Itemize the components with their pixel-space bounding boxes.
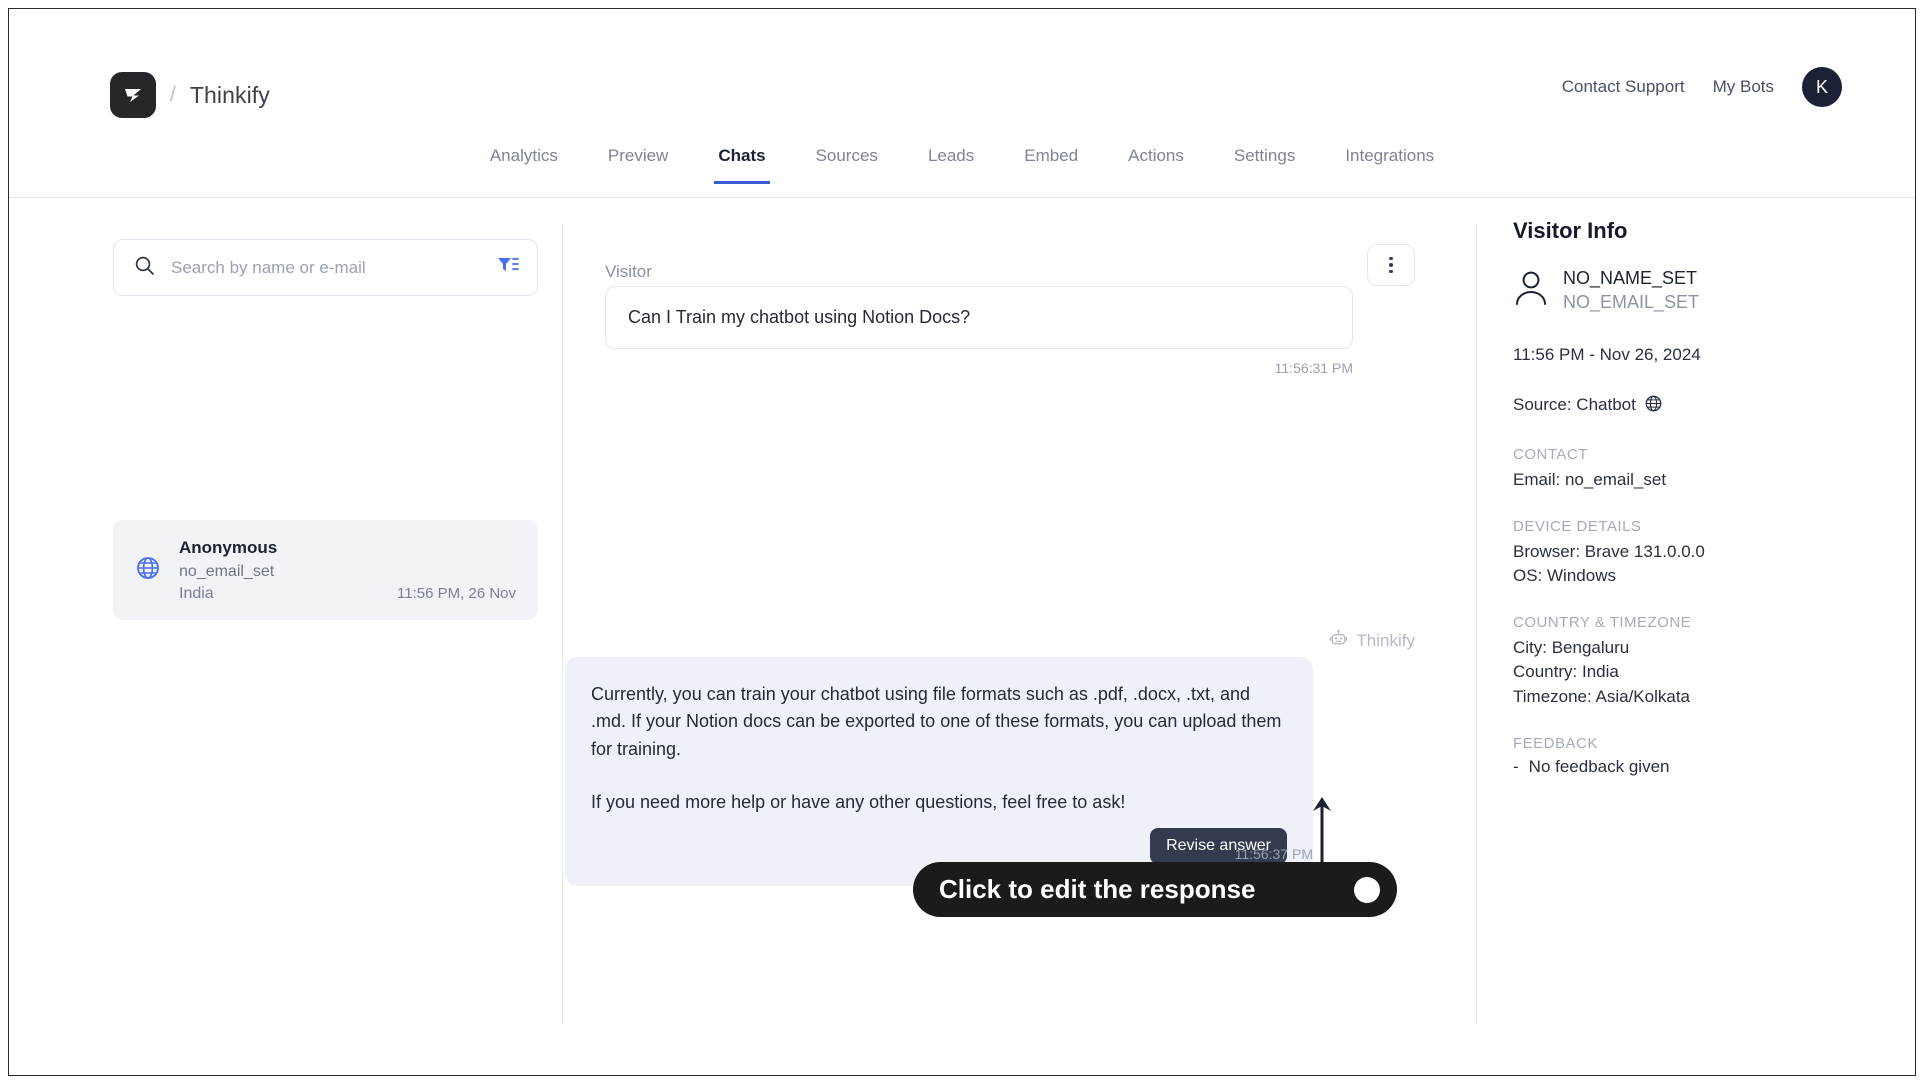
brand[interactable]: / Thinkify xyxy=(110,72,270,118)
location-timezone: Timezone: Asia/Kolkata xyxy=(1513,687,1691,707)
filter-icon[interactable] xyxy=(497,255,519,280)
robot-icon xyxy=(1329,629,1348,653)
kebab-menu-icon[interactable] xyxy=(1367,244,1415,286)
visitor-identity: NO_NAME_SET NO_EMAIL_SET xyxy=(1513,266,1885,315)
bot-name: Thinkify xyxy=(1356,631,1415,650)
visitor-info-pane: Visitor Info NO_NAME_SET NO_EMAIL_SET 11… xyxy=(1477,198,1915,1075)
search-input[interactable] xyxy=(169,256,483,279)
tab-preview[interactable]: Preview xyxy=(604,137,672,184)
location-city: City: Bengaluru xyxy=(1513,637,1630,657)
bot-message-label: Thinkify xyxy=(1329,629,1415,653)
globe-icon xyxy=(135,555,161,586)
main-content: Anonymous no_email_set India 11:56 PM, 2… xyxy=(9,198,1915,1075)
contact-section-title: CONTACT xyxy=(1513,445,1588,463)
location-section: COUNTRY & TIMEZONE City: Bengaluru Count… xyxy=(1513,614,1885,710)
list-item-time: 11:56 PM, 26 Nov xyxy=(397,585,516,603)
feedback-section-title: FEEDBACK xyxy=(1513,734,1598,752)
thinkify-logo-icon[interactable] xyxy=(110,72,156,118)
list-item[interactable]: Anonymous no_email_set India 11:56 PM, 2… xyxy=(113,520,538,620)
tab-integrations[interactable]: Integrations xyxy=(1341,137,1438,184)
location-section-title: COUNTRY & TIMEZONE xyxy=(1513,613,1692,631)
main-tabs: Analytics Preview Chats Sources Leads Em… xyxy=(9,137,1915,197)
bot-paragraph-2: If you need more help or have any other … xyxy=(591,792,1126,813)
tab-chats[interactable]: Chats xyxy=(714,137,770,184)
chat-pane: Visitor Can I Train my chatbot using Not… xyxy=(563,198,1476,1075)
device-section: DEVICE DETAILS Browser: Brave 131.0.0.0 … xyxy=(1513,518,1885,589)
globe-icon xyxy=(1644,394,1663,418)
visitor-message-label: Visitor xyxy=(605,262,652,281)
conversation-list-pane: Anonymous no_email_set India 11:56 PM, 2… xyxy=(9,198,562,1075)
visitor-datetime: 11:56 PM - Nov 26, 2024 xyxy=(1513,344,1701,364)
contact-support-link[interactable]: Contact Support xyxy=(1562,77,1685,97)
feedback-section: FEEDBACK - No feedback given xyxy=(1513,735,1885,777)
list-item-name: Anonymous xyxy=(179,537,278,557)
tab-actions[interactable]: Actions xyxy=(1124,137,1188,184)
callout-text: Click to edit the response xyxy=(939,874,1256,904)
avatar[interactable]: K xyxy=(1802,67,1842,107)
my-bots-link[interactable]: My Bots xyxy=(1713,77,1774,97)
tab-sources[interactable]: Sources xyxy=(812,137,882,184)
feedback-value: No feedback given xyxy=(1528,756,1670,776)
app-window: / Thinkify Contact Support My Bots K Ana… xyxy=(8,8,1916,1076)
list-item-meta: India 11:56 PM, 26 Nov xyxy=(179,585,516,603)
callout-dot xyxy=(1354,876,1380,903)
top-bar-actions: Contact Support My Bots K xyxy=(1562,67,1842,107)
list-item-body: Anonymous no_email_set India 11:56 PM, 2… xyxy=(179,537,516,603)
kebab-dots xyxy=(1389,256,1393,274)
bot-message-timestamp: 11:56:37 PM xyxy=(1234,846,1313,862)
brand-name: Thinkify xyxy=(189,81,270,108)
visitor-name: NO_NAME_SET xyxy=(1563,268,1698,288)
location-country: Country: India xyxy=(1513,662,1619,682)
visitor-message-bubble: Can I Train my chatbot using Notion Docs… xyxy=(605,286,1353,350)
contact-section: CONTACT Email: no_email_set xyxy=(1513,446,1885,493)
top-bar: / Thinkify Contact Support My Bots K xyxy=(9,9,1915,129)
bot-paragraph-1: Currently, you can train your chatbot us… xyxy=(591,684,1282,759)
tab-settings[interactable]: Settings xyxy=(1230,137,1299,184)
search-box[interactable] xyxy=(113,239,538,296)
brand-separator: / xyxy=(170,83,176,106)
device-section-title: DEVICE DETAILS xyxy=(1513,517,1642,535)
tab-embed[interactable]: Embed xyxy=(1020,137,1082,184)
visitor-message-timestamp: 11:56:31 PM xyxy=(1274,360,1353,376)
tab-leads[interactable]: Leads xyxy=(924,137,978,184)
tab-analytics[interactable]: Analytics xyxy=(486,137,562,184)
list-item-country: India xyxy=(179,585,214,603)
search-icon xyxy=(134,255,155,281)
contact-email: Email: no_email_set xyxy=(1513,469,1667,489)
callout-tooltip: Click to edit the response xyxy=(913,862,1397,917)
visitor-source: Source: Chatbot xyxy=(1513,393,1885,418)
person-icon xyxy=(1513,269,1549,312)
visitor-identity-text: NO_NAME_SET NO_EMAIL_SET xyxy=(1563,266,1699,315)
device-browser: Browser: Brave 131.0.0.0 xyxy=(1513,541,1705,561)
visitor-source-text: Source: Chatbot xyxy=(1513,395,1636,415)
visitor-info-title: Visitor Info xyxy=(1513,218,1628,243)
visitor-email: NO_EMAIL_SET xyxy=(1563,292,1700,313)
list-item-email: no_email_set xyxy=(179,562,275,580)
device-os: OS: Windows xyxy=(1513,566,1616,586)
feedback-bullet: - xyxy=(1513,756,1519,776)
feedback-item: - No feedback given xyxy=(1513,757,1885,777)
